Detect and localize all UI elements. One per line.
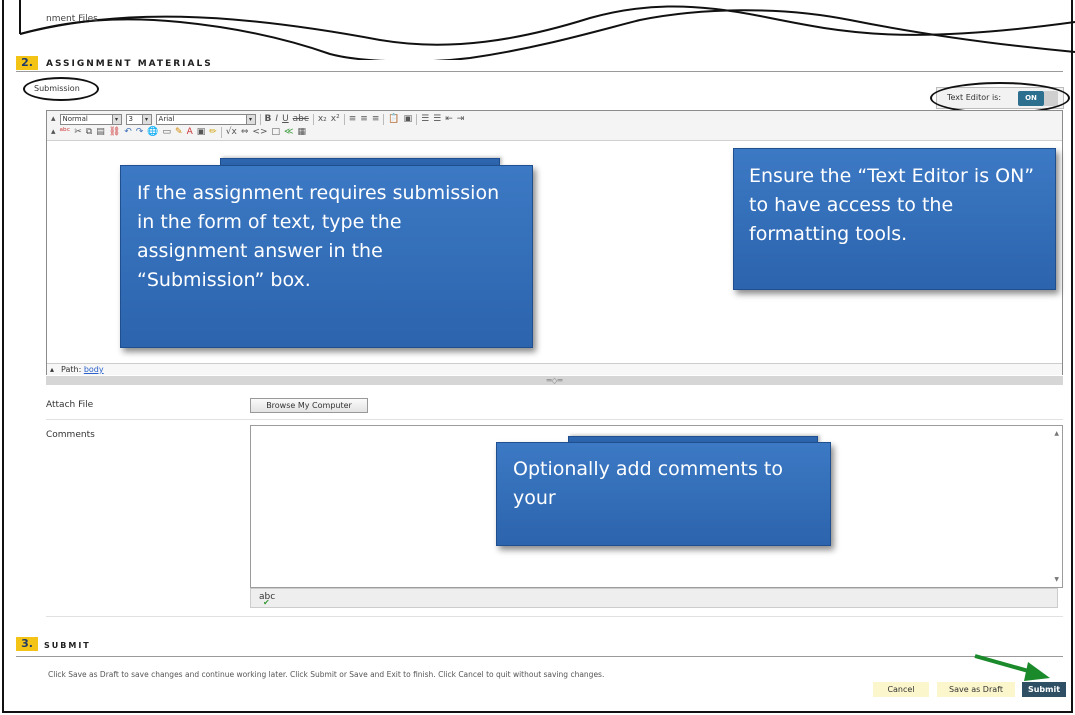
row-divider <box>46 616 1063 617</box>
pencil-icon[interactable]: ✎ <box>175 127 183 138</box>
attach-file-label: Attach File <box>46 400 94 410</box>
size-select[interactable]: 3 ▾ <box>125 114 152 125</box>
comments-spellcheck-bar: abc ✔ <box>250 588 1058 608</box>
cut-icon[interactable]: ✂ <box>74 127 82 138</box>
row-divider <box>46 419 1063 420</box>
section-3-divider <box>16 656 1063 657</box>
numbered-list-icon[interactable]: ☰ <box>421 114 429 125</box>
mashup-icon[interactable]: ≪ <box>284 127 293 138</box>
superscript-icon[interactable]: x² <box>331 114 340 125</box>
scroll-down-icon[interactable]: ▼ <box>1054 576 1059 583</box>
toolbar-separator <box>343 114 345 125</box>
media-icon[interactable]: ▣ <box>197 127 206 138</box>
editor-resize-handle[interactable]: ═◇═ <box>46 376 1063 385</box>
preview-icon[interactable]: □ <box>272 127 281 138</box>
section-2-number: 2. <box>16 56 38 70</box>
scroll-up-icon[interactable]: ▲ <box>1054 430 1059 437</box>
bold-icon[interactable]: B <box>265 114 272 125</box>
section-3-number: 3. <box>16 637 38 651</box>
toolbar-separator <box>220 127 222 138</box>
html-icon[interactable]: <> <box>252 127 267 138</box>
submit-instructions: Click Save as Draft to save changes and … <box>48 670 605 679</box>
collapse-icon[interactable]: ▴ <box>51 114 56 125</box>
comments-label: Comments <box>46 430 95 440</box>
highlighter-icon[interactable]: ✏ <box>209 127 217 138</box>
editor-path-bar: ▴ Path: body <box>47 363 1062 375</box>
torn-edge-decoration <box>19 0 1075 60</box>
editor-toolbar: ▴ Normal ▾ 3 ▾ Arial ▾ B I U abc x₂ x² ≡ ≡ … <box>47 111 1062 141</box>
text-color-icon[interactable]: A <box>187 127 193 138</box>
redo-icon[interactable]: ↷ <box>136 127 144 138</box>
align-center-icon[interactable]: ≡ <box>360 114 368 125</box>
submission-callout: If the assignment requires submission in… <box>120 165 533 348</box>
comments-callout: Optionally add comments to your <box>496 442 831 546</box>
bulleted-list-icon[interactable]: ☰ <box>433 114 441 125</box>
toolbar-separator <box>312 114 314 125</box>
insert-image-icon[interactable]: ▭ <box>163 127 172 138</box>
copy-icon[interactable]: ⧉ <box>86 127 92 138</box>
collapse-icon[interactable]: ▴ <box>50 364 54 375</box>
collapse-icon[interactable]: ▴ <box>51 127 56 138</box>
align-left-icon[interactable]: ≡ <box>349 114 357 125</box>
toolbar-separator <box>416 114 418 125</box>
section-3-title: SUBMIT <box>44 641 91 650</box>
toolbar-row-2: ▴ ᵃᵇᶜ ✂ ⧉ ▤ ⛓ ↶ ↷ 🌐 ▭ ✎ A ▣ ✏ √x ⇔ <> □ … <box>51 126 306 139</box>
green-arrow-icon <box>974 654 1050 681</box>
spreadsheet-icon[interactable]: ▦ <box>297 127 306 138</box>
insert-link-icon[interactable]: 🌐 <box>147 127 158 138</box>
italic-icon[interactable]: I <box>275 114 278 125</box>
check-mark-icon: ✔ <box>263 598 270 607</box>
font-select[interactable]: Arial ▾ <box>155 114 256 125</box>
path-label: Path: <box>61 365 82 374</box>
indent-icon[interactable]: ⇥ <box>457 114 465 125</box>
spellcheck-icon[interactable]: ᵃᵇᶜ <box>60 127 71 138</box>
top-section-label: nment Files <box>46 14 98 24</box>
toolbar-row-1: ▴ Normal ▾ 3 ▾ Arial ▾ B I U abc x₂ x² ≡ ≡ … <box>51 113 464 126</box>
unlink-icon[interactable]: ⛓ <box>109 127 120 138</box>
paste-icon[interactable]: 📋 <box>388 114 399 125</box>
outdent-icon[interactable]: ⇤ <box>445 114 453 125</box>
equation-icon[interactable]: √x <box>226 127 237 138</box>
cancel-button[interactable]: Cancel <box>873 682 929 697</box>
toolbar-separator <box>383 114 385 125</box>
browse-my-computer-button[interactable]: Browse My Computer <box>250 398 368 413</box>
subscript-icon[interactable]: x₂ <box>318 114 327 125</box>
undo-icon[interactable]: ↶ <box>124 127 132 138</box>
paste-word-icon[interactable]: ▣ <box>404 114 413 125</box>
submission-callout-text: If the assignment requires submission in… <box>137 182 500 291</box>
text-editor-callout-text: Ensure the “Text Editor is ON” to have a… <box>749 165 1035 245</box>
section-2-divider <box>16 71 1063 72</box>
format-select[interactable]: Normal ▾ <box>59 114 122 125</box>
strikethrough-icon[interactable]: abc <box>293 114 309 125</box>
submit-button[interactable]: Submit <box>1022 682 1066 697</box>
save-as-draft-button[interactable]: Save as Draft <box>937 682 1015 697</box>
section-2-title: ASSIGNMENT MATERIALS <box>46 59 213 69</box>
paste-icon[interactable]: ▤ <box>96 127 105 138</box>
toolbar-separator <box>259 114 261 125</box>
underline-icon[interactable]: U <box>282 114 289 125</box>
embed-icon[interactable]: ⇔ <box>241 127 249 138</box>
align-right-icon[interactable]: ≡ <box>372 114 380 125</box>
submission-label: Submission <box>34 84 80 93</box>
text-editor-callout: Ensure the “Text Editor is ON” to have a… <box>733 148 1056 290</box>
comments-callout-text: Optionally add comments to your <box>513 458 783 509</box>
path-body-link[interactable]: body <box>84 365 104 374</box>
